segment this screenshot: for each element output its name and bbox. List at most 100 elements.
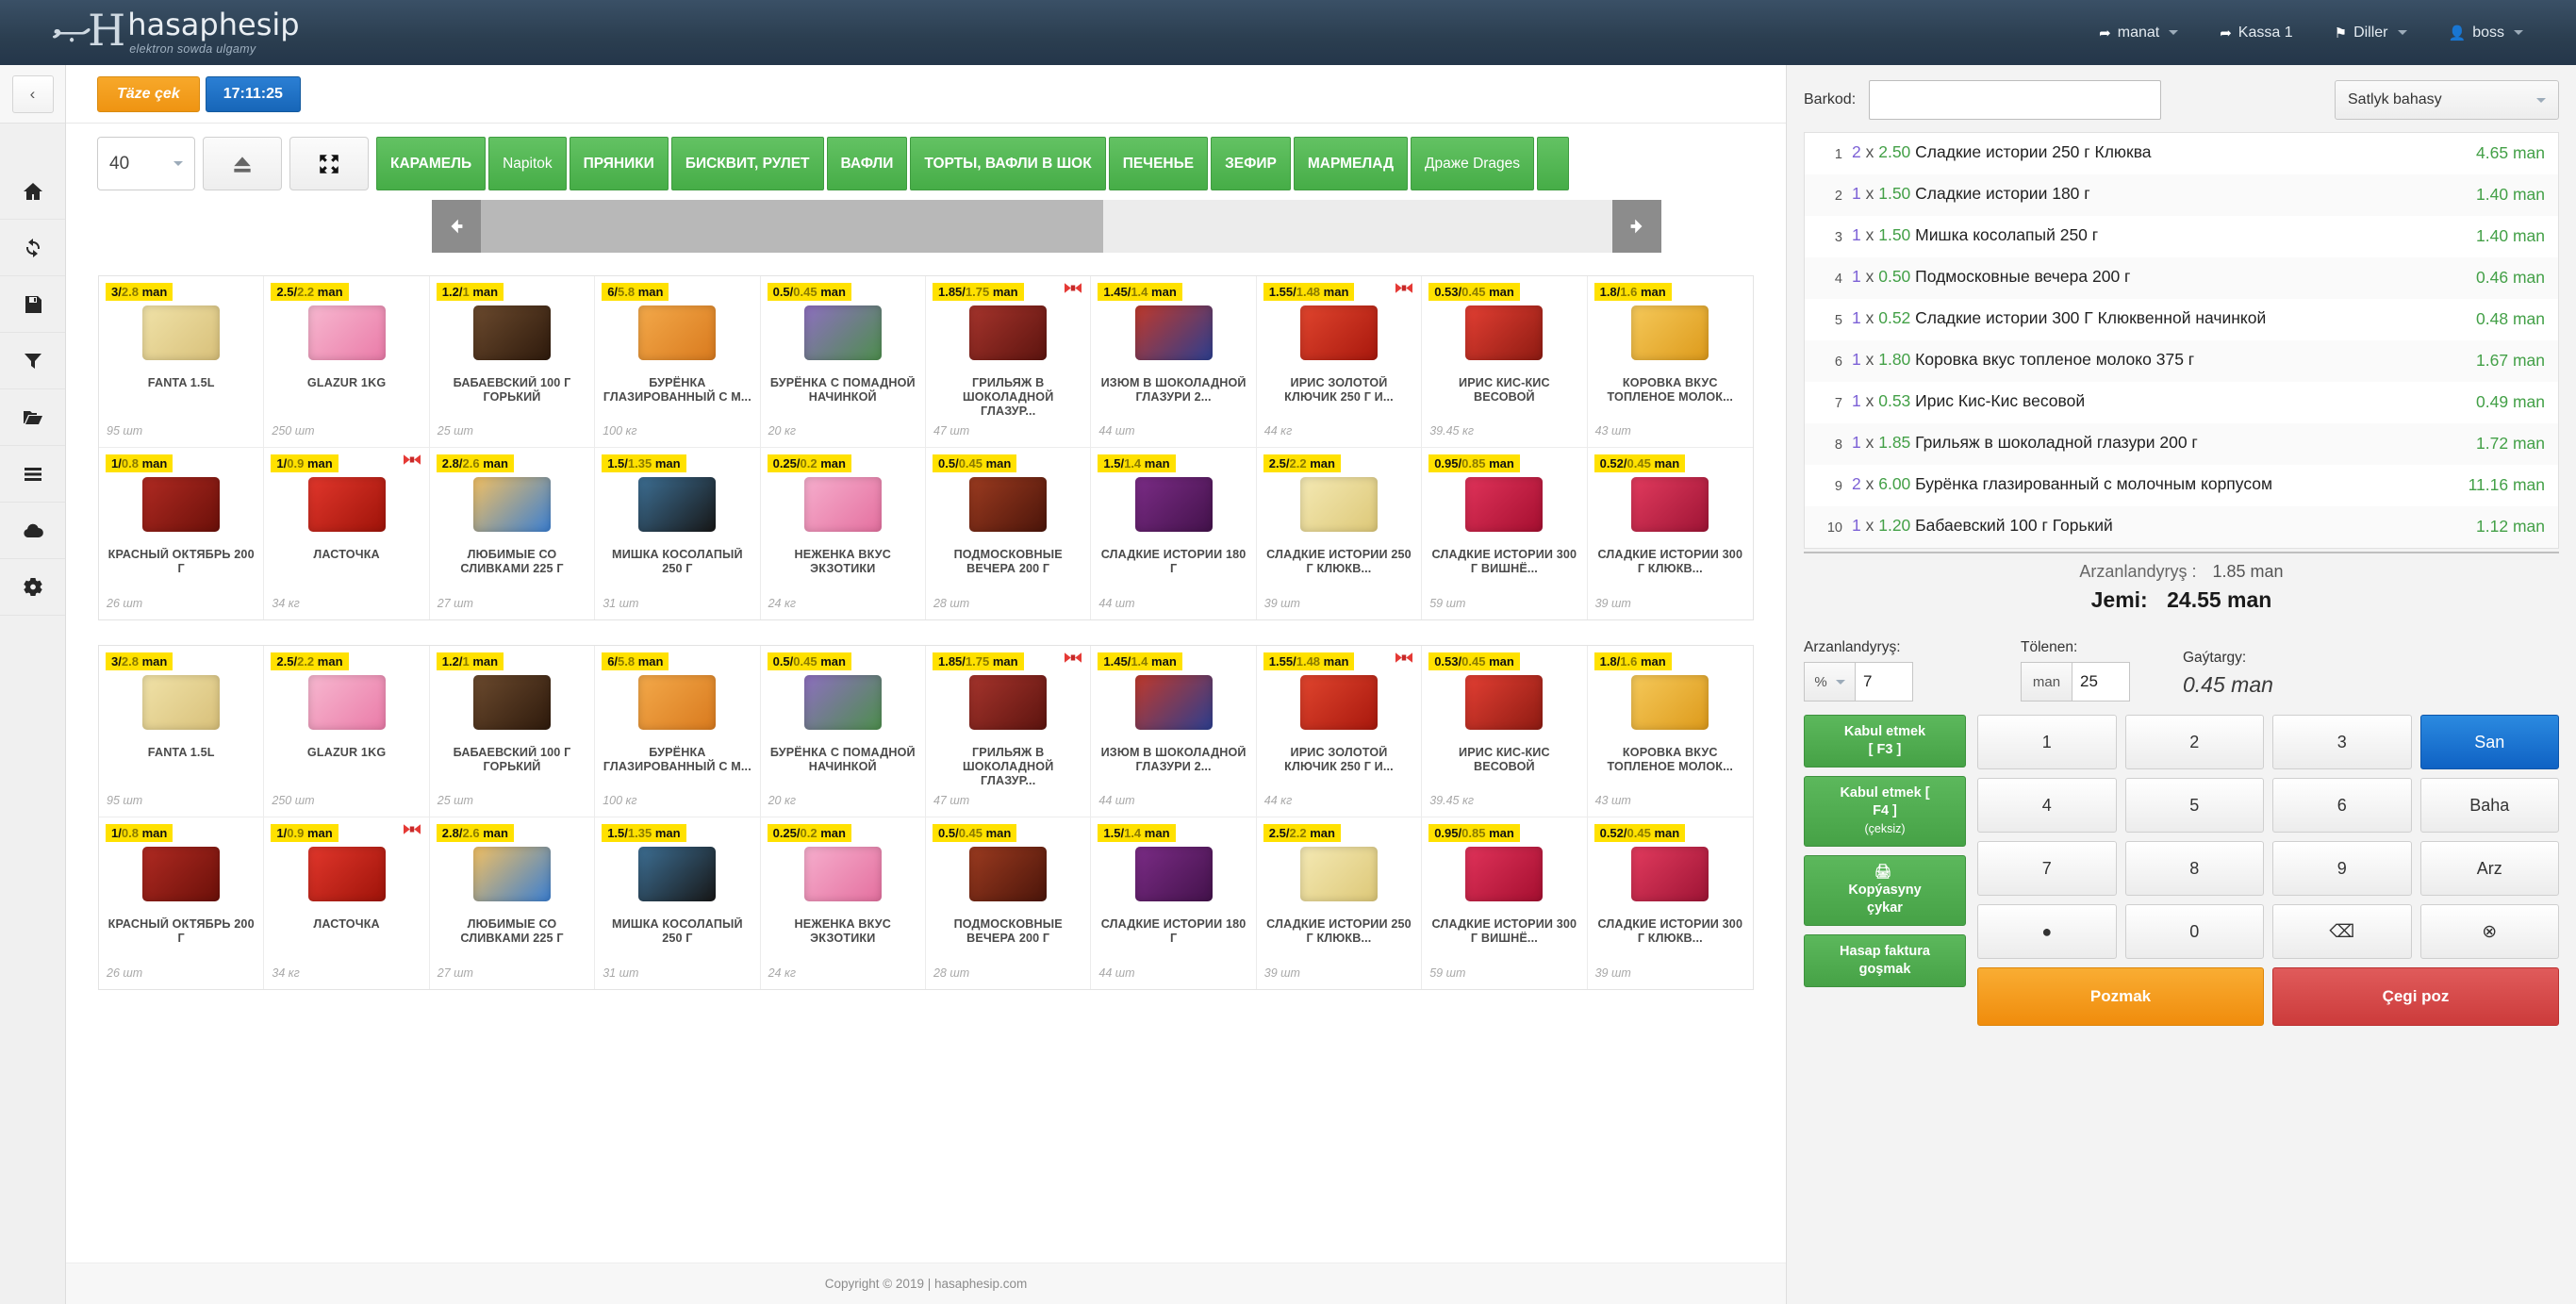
receipt-row[interactable]: 81 x 1.85 Грильяж в шоколадной глазури 2… bbox=[1805, 423, 2558, 465]
product-tile[interactable]: 2.5/2.2 man GLAZUR 1KG 250 шт bbox=[264, 646, 430, 817]
product-tile[interactable]: 1.85/1.75 man ГРИЛЬЯЖ В ШОКОЛАДНОЙ ГЛАЗУР… bbox=[925, 276, 1092, 448]
product-tile[interactable]: 2.8/2.6 man ЛЮБИМЫЕ СО СЛИВКАМИ 225 Г 27 ш… bbox=[430, 448, 596, 619]
category-tab[interactable]: ВАФЛИ bbox=[826, 137, 908, 190]
product-tile[interactable]: 6/5.8 man БУРЁНКА ГЛАЗИРОВАННЫЙ С М... 100… bbox=[595, 276, 761, 448]
product-tile[interactable]: 1.55/1.48 man ИРИС ЗОЛОТОЙ КЛЮЧИК 250 Г И… bbox=[1256, 646, 1423, 817]
sidebar-item-cloud[interactable] bbox=[0, 503, 65, 559]
product-tile[interactable]: 1.5/1.4 man СЛАДКИЕ ИСТОРИИ 180 Г 44 шт bbox=[1091, 448, 1257, 619]
product-tile[interactable]: 3/2.8 man FANTA 1.5L 95 шт bbox=[99, 276, 265, 448]
product-tile[interactable]: 0.5/0.45 man БУРЁНКА С ПОМАДНОЙ НАЧИНКОЙ 2… bbox=[760, 646, 926, 817]
product-tile[interactable]: 1/0.8 man КРАСНЫЙ ОКТЯБРЬ 200 Г 26 шт bbox=[99, 817, 265, 989]
receipt-row[interactable]: 92 x 6.00 Бурёнка глазированный с молочн… bbox=[1805, 465, 2558, 506]
brand-logo[interactable]: ޞ H hasaphesip elektron sowda ulgamy bbox=[53, 8, 300, 56]
clock-button[interactable]: 17:11:25 bbox=[205, 75, 301, 112]
product-tile[interactable]: 1.5/1.35 man МИШКА КОСОЛАПЫЙ 250 Г 31 шт bbox=[595, 448, 761, 619]
product-tile[interactable]: 1.45/1.4 man ИЗЮМ В ШОКОЛАДНОЙ ГЛАЗУРИ 2.… bbox=[1091, 276, 1257, 448]
sidebar-item-filter[interactable] bbox=[0, 333, 65, 389]
action-button-3[interactable]: 🖨 Kopýasyny çykar bbox=[1804, 855, 1966, 926]
receipt-row[interactable]: 51 x 0.52 Сладкие истории 300 Г Клюквенн… bbox=[1805, 299, 2558, 340]
product-tile[interactable]: 0.25/0.2 man НЕЖЕНКА ВКУС ЭКЗОТИКИ 24 кг bbox=[761, 817, 926, 989]
action-button-2[interactable]: Kabul etmek [F4 ] (çeksiz) bbox=[1804, 776, 1966, 847]
product-tile[interactable]: 0.5/0.45 man БУРЁНКА С ПОМАДНОЙ НАЧИНКОЙ 2… bbox=[760, 276, 926, 448]
receipt-row[interactable]: 12 x 2.50 Сладкие истории 250 г Клюква 4.… bbox=[1805, 133, 2558, 174]
product-tile[interactable]: 0.52/0.45 man СЛАДКИЕ ИСТОРИИ 300 Г КЛЮКВ… bbox=[1588, 817, 1753, 989]
category-tab[interactable]: Драже Drages bbox=[1411, 137, 1535, 190]
nav-item-manat[interactable]: ➦ manat bbox=[2078, 15, 2199, 51]
discount-input[interactable] bbox=[1855, 662, 1913, 702]
scrollbar-thumb[interactable] bbox=[481, 200, 1103, 253]
product-tile[interactable]: 0.5/0.45 man ПОДМОСКОВНЫЕ ВЕЧЕРА 200 Г 28 … bbox=[926, 448, 1092, 619]
void-receipt-button[interactable]: Çegi poz bbox=[2272, 967, 2559, 1026]
sidebar-item-home[interactable] bbox=[0, 163, 65, 220]
paid-input[interactable] bbox=[2072, 662, 2130, 702]
nav-item-kassa[interactable]: ➦ Kassa 1 bbox=[2199, 15, 2313, 51]
receipt-row[interactable]: 71 x 0.53 Ирис Кис-Кис весовой 0.49 man bbox=[1805, 382, 2558, 423]
receipt-row[interactable]: 41 x 0.50 Подмосковные вечера 200 г 0.46 … bbox=[1805, 257, 2558, 299]
receipt-row[interactable]: 31 x 1.50 Мишка косолапый 250 г 1.40 man bbox=[1805, 216, 2558, 257]
keypad-key-5[interactable]: 5 bbox=[2124, 778, 2264, 833]
product-tile[interactable]: 1.2/1 man БАБАЕВСКИЙ 100 Г ГОРЬКИЙ 25 шт bbox=[429, 646, 596, 817]
eject-button[interactable] bbox=[203, 137, 282, 190]
keypad-key-●[interactable]: ● bbox=[1977, 904, 2117, 959]
sidebar-item-folder[interactable] bbox=[0, 389, 65, 446]
category-tab[interactable]: ПЕЧЕНЬЕ bbox=[1108, 137, 1209, 190]
scroll-left-button[interactable] bbox=[432, 200, 481, 253]
product-tile[interactable]: 1.8/1.6 man КОРОВКА ВКУС ТОПЛЕНОЕ МОЛОК..… bbox=[1587, 276, 1753, 448]
keypad-key-Baha[interactable]: Baha bbox=[2419, 778, 2559, 833]
product-tile[interactable]: 2.5/2.2 man СЛАДКИЕ ИСТОРИИ 250 Г КЛЮКВ..… bbox=[1257, 448, 1423, 619]
category-tab[interactable]: ТОРТЫ, ВАФЛИ В ШОК bbox=[910, 137, 1106, 190]
keypad-key-1[interactable]: 1 bbox=[1977, 715, 2117, 769]
keypad-key-⌫[interactable]: ⌫ bbox=[2272, 904, 2412, 959]
sidebar-collapse-button[interactable]: ‹ bbox=[11, 74, 54, 113]
nav-item-diller[interactable]: ⚑ Diller bbox=[2314, 15, 2428, 51]
product-tile[interactable]: 2.8/2.6 man ЛЮБИМЫЕ СО СЛИВКАМИ 225 Г 27 ш… bbox=[430, 817, 596, 989]
product-tile[interactable]: 1.85/1.75 man ГРИЛЬЯЖ В ШОКОЛАДНОЙ ГЛАЗУР… bbox=[925, 646, 1092, 817]
keypad-key-0[interactable]: 0 bbox=[2124, 904, 2264, 959]
rows-per-page-select[interactable]: 40 bbox=[97, 137, 195, 190]
receipt-row[interactable]: 21 x 1.50 Сладкие истории 180 г 1.40 man bbox=[1805, 174, 2558, 216]
receipt-row[interactable]: 10 1 x 1.20 Бабаевский 100 г Горький 1.12 … bbox=[1805, 506, 2558, 548]
product-tile[interactable]: 1/0.8 man КРАСНЫЙ ОКТЯБРЬ 200 Г 26 шт bbox=[99, 448, 265, 619]
keypad-key-7[interactable]: 7 bbox=[1977, 841, 2117, 896]
sidebar-item-settings[interactable] bbox=[0, 559, 65, 616]
fullscreen-button[interactable] bbox=[289, 137, 369, 190]
product-tile[interactable]: 3/2.8 man FANTA 1.5L 95 шт bbox=[99, 646, 265, 817]
sidebar-item-refresh[interactable] bbox=[0, 220, 65, 276]
nav-item-user[interactable]: 👤 boss bbox=[2428, 15, 2544, 51]
keypad-key-⊗[interactable]: ⊗ bbox=[2419, 904, 2559, 959]
keypad-key-2[interactable]: 2 bbox=[2124, 715, 2264, 769]
barcode-input[interactable] bbox=[1869, 80, 2162, 120]
keypad-key-3[interactable]: 3 bbox=[2272, 715, 2412, 769]
product-tile[interactable]: 1.5/1.4 man СЛАДКИЕ ИСТОРИИ 180 Г 44 шт bbox=[1091, 817, 1257, 989]
product-tile[interactable]: 0.5/0.45 man ПОДМОСКОВНЫЕ ВЕЧЕРА 200 Г 28 … bbox=[926, 817, 1092, 989]
scrollbar-track[interactable] bbox=[481, 200, 1612, 253]
receipt-row[interactable]: 61 x 1.80 Коровка вкус топленое молоко 3… bbox=[1805, 340, 2558, 382]
discount-mode-select[interactable]: % bbox=[1804, 662, 1855, 702]
product-tile[interactable]: 0.25/0.2 man НЕЖЕНКА ВКУС ЭКЗОТИКИ 24 кг bbox=[761, 448, 926, 619]
product-tile[interactable]: 0.53/0.45 man ИРИС КИС-КИС ВЕСОВОЙ 39.45 к… bbox=[1422, 276, 1588, 448]
scroll-right-button[interactable] bbox=[1612, 200, 1661, 253]
product-tile[interactable]: 1.55/1.48 man ИРИС ЗОЛОТОЙ КЛЮЧИК 250 Г И… bbox=[1256, 276, 1423, 448]
clear-button[interactable]: Pozmak bbox=[1977, 967, 2264, 1026]
keypad-key-8[interactable]: 8 bbox=[2124, 841, 2264, 896]
product-tile[interactable]: 1.2/1 man БАБАЕВСКИЙ 100 Г ГОРЬКИЙ 25 шт bbox=[429, 276, 596, 448]
product-tile[interactable]: 2.5/2.2 man GLAZUR 1KG 250 шт bbox=[264, 276, 430, 448]
product-tile[interactable]: 1/0.9 man ЛАСТОЧКА 34 кг bbox=[264, 448, 430, 619]
new-receipt-button[interactable]: Täze çek bbox=[97, 75, 200, 112]
product-tile[interactable]: 0.53/0.45 man ИРИС КИС-КИС ВЕСОВОЙ 39.45 к… bbox=[1422, 646, 1588, 817]
keypad-key-4[interactable]: 4 bbox=[1977, 778, 2117, 833]
product-tile[interactable]: 6/5.8 man БУРЁНКА ГЛАЗИРОВАННЫЙ С М... 100… bbox=[595, 646, 761, 817]
category-tab[interactable]: БИСКВИТ, РУЛЕТ bbox=[670, 137, 824, 190]
action-button-1[interactable]: Kabul etmek [ F3 ] bbox=[1804, 715, 1966, 768]
price-type-select[interactable]: Satlyk bahasy bbox=[2335, 80, 2559, 120]
category-tab[interactable]: Napitok bbox=[488, 137, 567, 190]
product-tile[interactable]: 0.95/0.85 man СЛАДКИЕ ИСТОРИИ 300 Г ВИШНЁ… bbox=[1422, 448, 1588, 619]
product-tile[interactable]: 0.52/0.45 man СЛАДКИЕ ИСТОРИИ 300 Г КЛЮКВ… bbox=[1588, 448, 1753, 619]
category-tab[interactable]: КАРАМЕЛЬ bbox=[376, 137, 487, 190]
product-tile[interactable]: 1.8/1.6 man КОРОВКА ВКУС ТОПЛЕНОЕ МОЛОК..… bbox=[1587, 646, 1753, 817]
category-tab[interactable]: МАРМЕЛАД bbox=[1293, 137, 1409, 190]
category-tab[interactable] bbox=[1537, 137, 1570, 190]
keypad-key-Arz[interactable]: Arz bbox=[2419, 841, 2559, 896]
keypad-key-9[interactable]: 9 bbox=[2272, 841, 2412, 896]
product-tile[interactable]: 1.45/1.4 man ИЗЮМ В ШОКОЛАДНОЙ ГЛАЗУРИ 2.… bbox=[1091, 646, 1257, 817]
